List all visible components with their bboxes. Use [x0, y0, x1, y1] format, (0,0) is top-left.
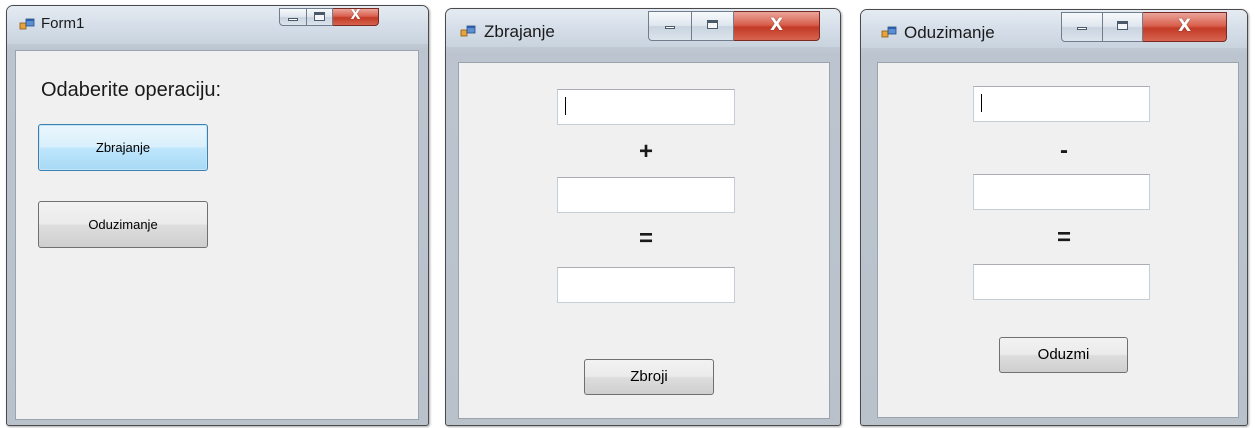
maximize-icon [1116, 21, 1128, 30]
first-number-input[interactable] [557, 89, 735, 125]
close-button[interactable]: X [734, 11, 820, 41]
minimize-button[interactable] [1061, 12, 1103, 42]
maximize-icon [706, 20, 718, 29]
second-number-input[interactable] [557, 177, 735, 213]
zbrajanje-window: Zbrajanje X + = Zbroji [445, 8, 841, 426]
oduzimanje-window: Oduzimanje X - = Oduzmi [860, 9, 1248, 426]
zbrajanje-titlebar[interactable]: Zbrajanje X [446, 9, 840, 47]
equals-label: = [1056, 224, 1071, 251]
minimize-icon [665, 26, 675, 29]
close-button[interactable]: X [1143, 12, 1227, 42]
maximize-icon [313, 12, 325, 21]
minimize-icon [288, 18, 298, 21]
form-icon [460, 23, 476, 39]
result-output[interactable] [973, 264, 1150, 300]
second-number-input[interactable] [973, 174, 1150, 210]
zbrajanje-button[interactable]: Zbrajanje [38, 124, 208, 171]
form-icon [881, 24, 897, 40]
zbroji-button[interactable]: Zbroji [584, 359, 714, 395]
oduzimanje-titlebar[interactable]: Oduzimanje X [861, 10, 1247, 48]
close-icon: X [1177, 16, 1192, 36]
oduzmi-button-label: Oduzmi [1037, 346, 1090, 363]
text-caret [565, 97, 566, 115]
minimize-button[interactable] [279, 8, 307, 26]
minus-operator-label: - [1060, 137, 1068, 164]
form-icon [19, 16, 35, 32]
window-title: Oduzimanje [904, 23, 995, 42]
oduzimanje-button[interactable]: Oduzimanje [38, 201, 208, 248]
maximize-button[interactable] [1103, 12, 1143, 42]
oduzimanje-client-area: - = Oduzmi [877, 62, 1239, 418]
text-caret [981, 94, 982, 112]
close-button[interactable]: X [333, 8, 379, 26]
oduzimanje-button-label: Oduzimanje [88, 217, 158, 232]
window-title: Form1 [41, 15, 85, 32]
close-icon: X [350, 8, 361, 23]
zbrajanje-button-label: Zbrajanje [95, 140, 151, 155]
form1-titlebar[interactable]: Form1 X [7, 6, 428, 44]
oduzmi-button[interactable]: Oduzmi [999, 337, 1128, 373]
operation-prompt-label: Odaberite operaciju: [41, 79, 222, 101]
result-output[interactable] [557, 267, 735, 303]
form1-client-area: Odaberite operaciju: Zbrajanje Oduzimanj… [15, 50, 419, 420]
minimize-button[interactable] [648, 11, 692, 41]
window-title: Zbrajanje [484, 22, 555, 41]
zbrajanje-client-area: + = Zbroji [458, 62, 830, 419]
maximize-button[interactable] [692, 11, 734, 41]
equals-label: = [638, 225, 653, 252]
maximize-button[interactable] [307, 8, 333, 26]
zbroji-button-label: Zbroji [630, 368, 668, 385]
minimize-icon [1077, 27, 1087, 30]
form1-window: Form1 X Odaberite operaciju: Zbrajanje O… [6, 5, 429, 426]
plus-operator-label: + [638, 138, 653, 165]
close-icon: X [769, 15, 784, 35]
first-number-input[interactable] [973, 86, 1150, 122]
